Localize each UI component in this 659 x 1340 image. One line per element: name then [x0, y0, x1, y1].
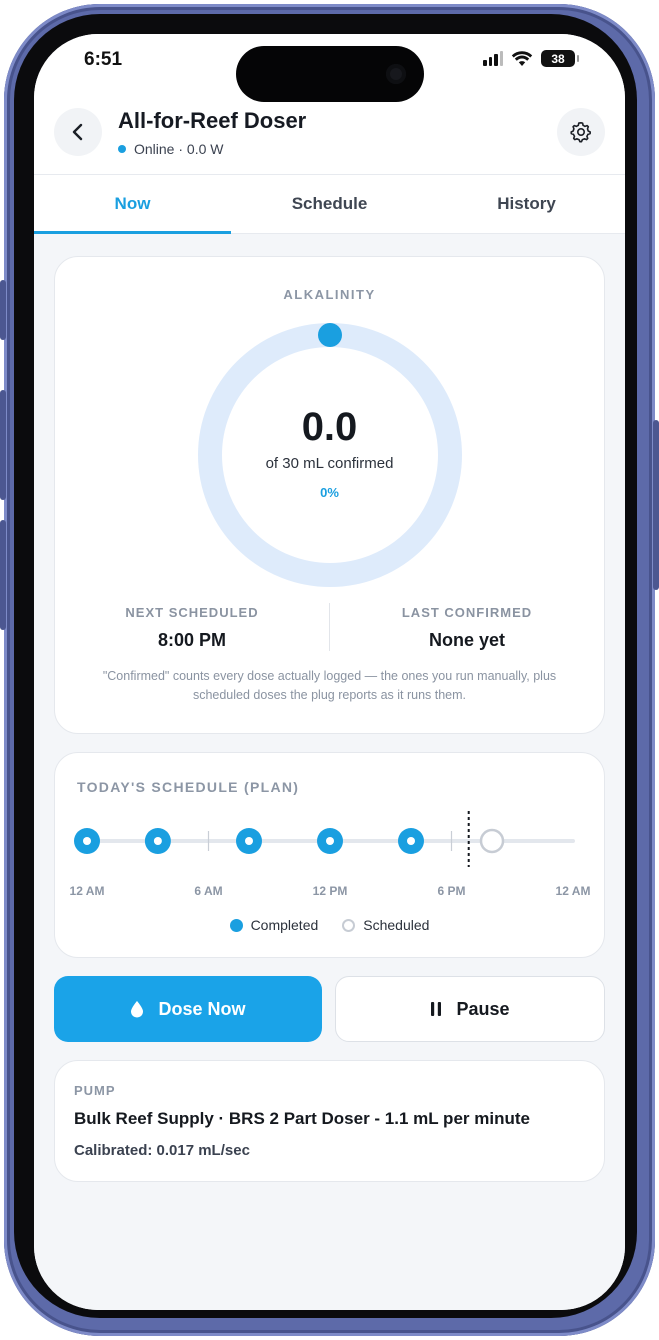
legend-scheduled: Scheduled — [342, 917, 429, 933]
app-screen: 6:51 38 All-for-Reef Doser Online · 0.0 … — [34, 34, 625, 1310]
volume-up-button — [0, 390, 6, 500]
cellular-signal-icon — [483, 51, 503, 66]
droplet-icon — [131, 1001, 144, 1018]
tab-schedule[interactable]: Schedule — [231, 175, 428, 233]
dose-marker-center — [83, 837, 91, 845]
device-status: Online · 0.0 W — [118, 141, 223, 157]
chevron-left-icon — [72, 123, 83, 141]
pause-label: Pause — [456, 998, 510, 1019]
last-confirmed-label: LAST CONFIRMED — [401, 605, 533, 620]
dose-now-label: Dose Now — [158, 998, 246, 1019]
status-time: 6:51 — [84, 49, 123, 70]
back-button[interactable] — [54, 108, 102, 156]
action-button — [0, 280, 6, 340]
pump-card: PUMP Bulk Reef Supply · BRS 2 Part Doser… — [54, 1060, 605, 1182]
schedule-timeline: 12 AM 6 AM 12 PM 6 PM 12 AM — [70, 811, 591, 898]
timeline-axis-label: 12 PM — [313, 884, 348, 898]
dose-marker-center — [245, 837, 253, 845]
legend-scheduled-label: Scheduled — [363, 917, 430, 933]
legend-completed-label: Completed — [250, 917, 319, 933]
pump-label: PUMP — [74, 1083, 116, 1098]
timeline-axis-label: 6 AM — [194, 884, 222, 898]
pump-calibration: Calibrated: 0.017 mL/sec — [74, 1142, 250, 1159]
confirmed-percent: 0% — [320, 485, 339, 500]
next-scheduled: NEXT SCHEDULED 8:00 PM — [55, 605, 329, 651]
dose-summary-card: ALKALINITY 0.0 of 30 mL confirmed 0% NEX… — [54, 256, 605, 734]
dose-marker-center — [407, 837, 415, 845]
settings-button[interactable] — [557, 108, 605, 156]
timeline-axis-label: 12 AM — [556, 884, 591, 898]
chemical-label: ALKALINITY — [283, 287, 376, 302]
camera-icon — [386, 64, 406, 84]
wifi-icon — [511, 50, 533, 66]
next-scheduled-label: NEXT SCHEDULED — [125, 605, 259, 620]
last-confirmed-value: None yet — [428, 630, 506, 650]
scheduled-dot-icon — [342, 918, 356, 932]
schedule-title: TODAY'S SCHEDULE (PLAN) — [77, 779, 300, 795]
dose-marker-center — [153, 837, 162, 845]
page-title: All-for-Reef Doser — [118, 108, 307, 133]
schedule-card: TODAY'S SCHEDULE (PLAN) 12 AM 6 AM 12 PM 6 … — [54, 752, 605, 958]
power-button — [653, 420, 659, 590]
bottom-safe-area — [34, 1194, 625, 1310]
tab-bar: Now Schedule History — [34, 174, 625, 234]
confirmed-amount: 0.0 — [301, 405, 358, 449]
online-status-dot — [118, 145, 126, 153]
completed-dot-icon — [229, 918, 243, 932]
timeline-axis-label: 12 AM — [70, 884, 105, 898]
volume-down-button — [0, 520, 6, 630]
dose-marker-center — [326, 837, 334, 845]
progress-ring-knob — [318, 323, 342, 347]
dose-now-button[interactable]: Dose Now — [54, 976, 322, 1042]
battery-icon: 38 — [541, 50, 579, 67]
confirmed-target: of 30 mL confirmed — [265, 455, 394, 472]
pause-button[interactable]: Pause — [335, 976, 605, 1042]
tab-now[interactable]: Now — [34, 175, 231, 234]
confirmed-footnote: "Confirmed" counts every dose actually l… — [102, 669, 557, 702]
dynamic-island — [236, 46, 424, 102]
last-confirmed: LAST CONFIRMED None yet — [330, 605, 604, 651]
tab-history[interactable]: History — [428, 175, 625, 233]
pump-name: Bulk Reef Supply · BRS 2 Part Doser - 1.… — [74, 1109, 530, 1128]
dose-marker-scheduled — [479, 828, 505, 854]
legend-completed: Completed — [229, 917, 319, 933]
device-status-text: Online · 0.0 W — [134, 141, 224, 157]
app-header: All-for-Reef Doser Online · 0.0 W — [34, 104, 625, 174]
gear-icon — [570, 122, 591, 143]
timeline-axis-label: 6 PM — [437, 884, 465, 898]
schedule-legend: Completed Scheduled — [55, 917, 604, 933]
pause-icon — [431, 1002, 442, 1016]
next-scheduled-value: 8:00 PM — [157, 630, 227, 650]
status-icons: 38 — [483, 50, 579, 67]
